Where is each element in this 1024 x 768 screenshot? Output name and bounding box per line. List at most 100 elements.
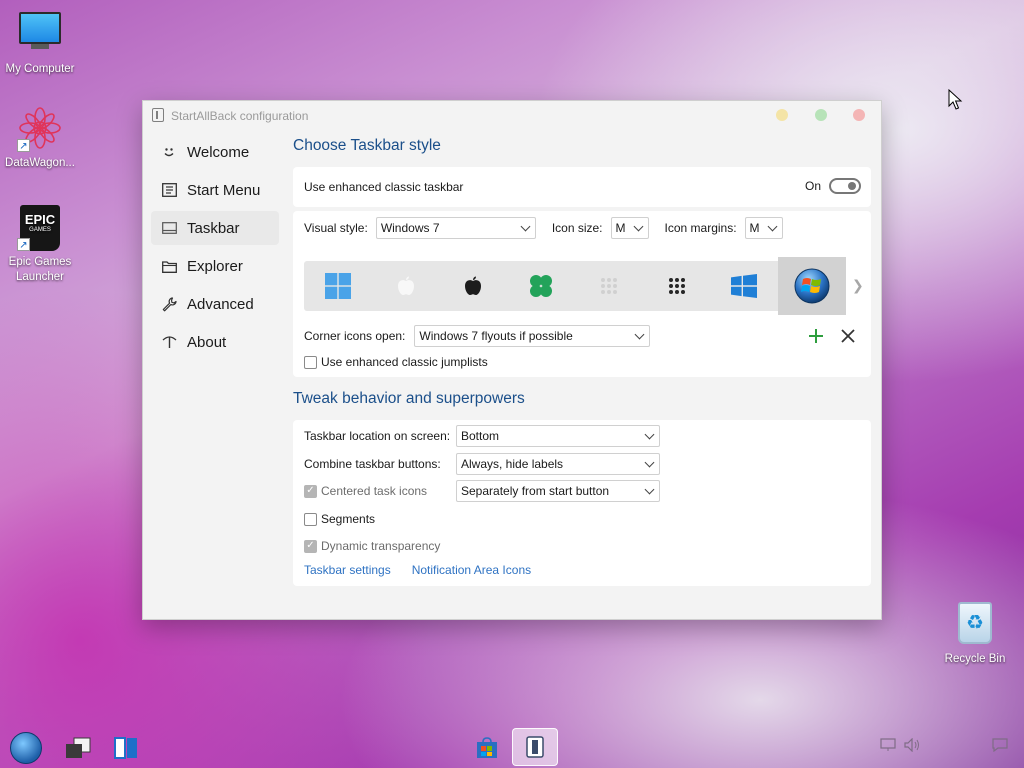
chevron-down-icon xyxy=(633,221,643,231)
sidebar-item-about[interactable]: About xyxy=(151,325,279,359)
task-view-icon xyxy=(66,737,91,758)
chevron-down-icon xyxy=(644,484,655,494)
shortcut-arrow-icon: ↗ xyxy=(17,139,30,152)
style-option-apple-dark[interactable] xyxy=(440,261,508,311)
close-button[interactable] xyxy=(853,109,865,121)
icon-size-select[interactable]: M xyxy=(610,217,649,239)
taskbar-icon xyxy=(161,220,177,236)
icon-margins-select[interactable]: M xyxy=(744,217,783,239)
sidebar-item-start-menu[interactable]: Start Menu xyxy=(151,173,279,207)
taskbar-app-store[interactable] xyxy=(469,730,505,766)
smiley-icon xyxy=(161,144,177,160)
window-title: StartAllBack configuration xyxy=(171,109,309,123)
section-title-tweak: Tweak behavior and superpowers xyxy=(293,390,525,407)
desktop-icon-label: My Computer xyxy=(5,63,75,75)
desktop-icon-epic-games[interactable]: EPIC GAMES ↗ Epic Games Launcher xyxy=(0,205,80,285)
taskbar-location-select[interactable]: Bottom xyxy=(456,425,660,447)
style-option-windows-10[interactable] xyxy=(711,261,779,311)
style-option-apple-light[interactable] xyxy=(372,261,440,311)
enhanced-taskbar-label: Use enhanced classic taskbar xyxy=(304,180,464,194)
style-option-dots-dark[interactable] xyxy=(643,261,711,311)
windows-orb-icon xyxy=(10,732,42,764)
chevron-down-icon xyxy=(644,457,655,467)
startallback-icon xyxy=(526,736,544,758)
centered-icons-checkbox[interactable] xyxy=(304,484,317,498)
apple-logo-icon xyxy=(465,276,482,295)
combine-buttons-select[interactable]: Always, hide labels xyxy=(456,453,660,475)
sidebar-item-taskbar[interactable]: Taskbar xyxy=(151,211,279,245)
chevron-down-icon xyxy=(767,221,777,231)
dots-grid-icon xyxy=(600,278,617,294)
epic-games-icon: EPIC GAMES ↗ xyxy=(17,205,63,251)
title-bar[interactable]: StartAllBack configuration xyxy=(143,101,881,129)
recycle-bin-icon: ♻ xyxy=(952,602,998,648)
folder-icon xyxy=(161,258,177,274)
sidebar-item-label: Explorer xyxy=(187,257,243,275)
section-title-taskbar-style: Choose Taskbar style xyxy=(293,137,441,154)
taskbar-location-label: Taskbar location on screen: xyxy=(304,429,451,443)
segments-label: Segments xyxy=(321,512,376,526)
windows-11-logo-icon xyxy=(324,273,351,299)
style-option-dots-light[interactable] xyxy=(575,261,643,311)
computer-icon xyxy=(17,12,63,58)
wrench-icon xyxy=(161,296,177,312)
app-icon xyxy=(152,108,164,122)
toggle-state-text: On xyxy=(804,179,821,193)
taskbar-app-startallback[interactable] xyxy=(512,728,558,766)
store-icon xyxy=(477,737,497,758)
corner-icons-select[interactable]: Windows 7 flyouts if possible xyxy=(414,325,651,347)
style-option-windows-11[interactable] xyxy=(304,261,372,311)
chevron-down-icon xyxy=(644,429,655,439)
dynamic-transparency-label: Dynamic transparency xyxy=(321,539,441,553)
add-icon[interactable] xyxy=(808,328,824,344)
system-tray xyxy=(880,738,1008,752)
enhanced-jumplists-label: Use enhanced classic jumplists xyxy=(321,355,488,369)
maximize-button[interactable] xyxy=(815,109,827,121)
chevron-down-icon xyxy=(520,221,531,231)
windows-7-orb-icon xyxy=(794,268,830,304)
segments-option[interactable]: Segments xyxy=(304,512,375,526)
dots-grid-icon xyxy=(668,278,685,294)
combine-buttons-label: Combine taskbar buttons: xyxy=(304,457,441,471)
corner-icons-label: Corner icons open: xyxy=(304,329,406,343)
dynamic-transparency-option[interactable]: Dynamic transparency xyxy=(304,539,440,553)
speaker-icon[interactable] xyxy=(904,738,922,752)
minimize-button[interactable] xyxy=(776,109,788,121)
windows-10-logo-icon xyxy=(731,274,758,298)
enhanced-jumplists-option[interactable]: Use enhanced classic jumplists xyxy=(304,355,488,369)
desktop-icon-my-computer[interactable]: My Computer xyxy=(0,10,80,77)
sidebar-item-welcome[interactable]: Welcome xyxy=(151,135,279,169)
visual-style-label: Visual style: xyxy=(304,221,368,235)
desktop-icon-recycle-bin[interactable]: ♻ Recycle Bin xyxy=(935,602,1015,667)
desktop-icon-datawagon[interactable]: ↗ DataWagon... xyxy=(0,106,80,171)
sidebar-item-explorer[interactable]: Explorer xyxy=(151,249,279,283)
widgets-button[interactable] xyxy=(108,730,144,766)
style-option-clover[interactable] xyxy=(507,261,575,311)
enhanced-taskbar-toggle[interactable] xyxy=(829,178,861,194)
enhanced-taskbar-toggle-group: On xyxy=(805,178,861,194)
about-icon xyxy=(161,334,177,350)
sidebar-item-advanced[interactable]: Advanced xyxy=(151,287,279,321)
enhanced-jumplists-checkbox[interactable] xyxy=(304,355,317,369)
visual-style-select[interactable]: Windows 7 xyxy=(375,217,536,239)
start-button[interactable] xyxy=(8,730,44,766)
visual-style-card: Visual style: Windows 7 Icon size: M Ico… xyxy=(293,211,871,377)
notification-icon[interactable] xyxy=(992,738,1008,752)
remove-icon[interactable] xyxy=(841,329,855,343)
centered-icons-option[interactable]: Centered task icons xyxy=(304,484,456,498)
chevron-right-icon[interactable]: ❯ xyxy=(852,277,864,294)
sidebar-item-label: About xyxy=(187,333,227,351)
notification-area-icons-link[interactable]: Notification Area Icons xyxy=(412,563,531,577)
dynamic-transparency-checkbox[interactable] xyxy=(304,539,317,553)
startallback-config-window: StartAllBack configuration Welcome Start… xyxy=(142,100,882,620)
segments-checkbox[interactable] xyxy=(304,512,317,526)
network-icon[interactable] xyxy=(880,738,896,752)
clover-icon xyxy=(530,275,553,297)
sidebar-item-label: Start Menu xyxy=(187,181,261,199)
desktop-icon-label: DataWagon... xyxy=(5,157,75,169)
task-view-button[interactable] xyxy=(60,730,96,766)
style-option-windows-7[interactable] xyxy=(778,257,846,315)
chevron-down-icon xyxy=(634,329,645,339)
centered-icons-select[interactable]: Separately from start button xyxy=(456,480,660,502)
taskbar-settings-link[interactable]: Taskbar settings xyxy=(304,563,391,577)
